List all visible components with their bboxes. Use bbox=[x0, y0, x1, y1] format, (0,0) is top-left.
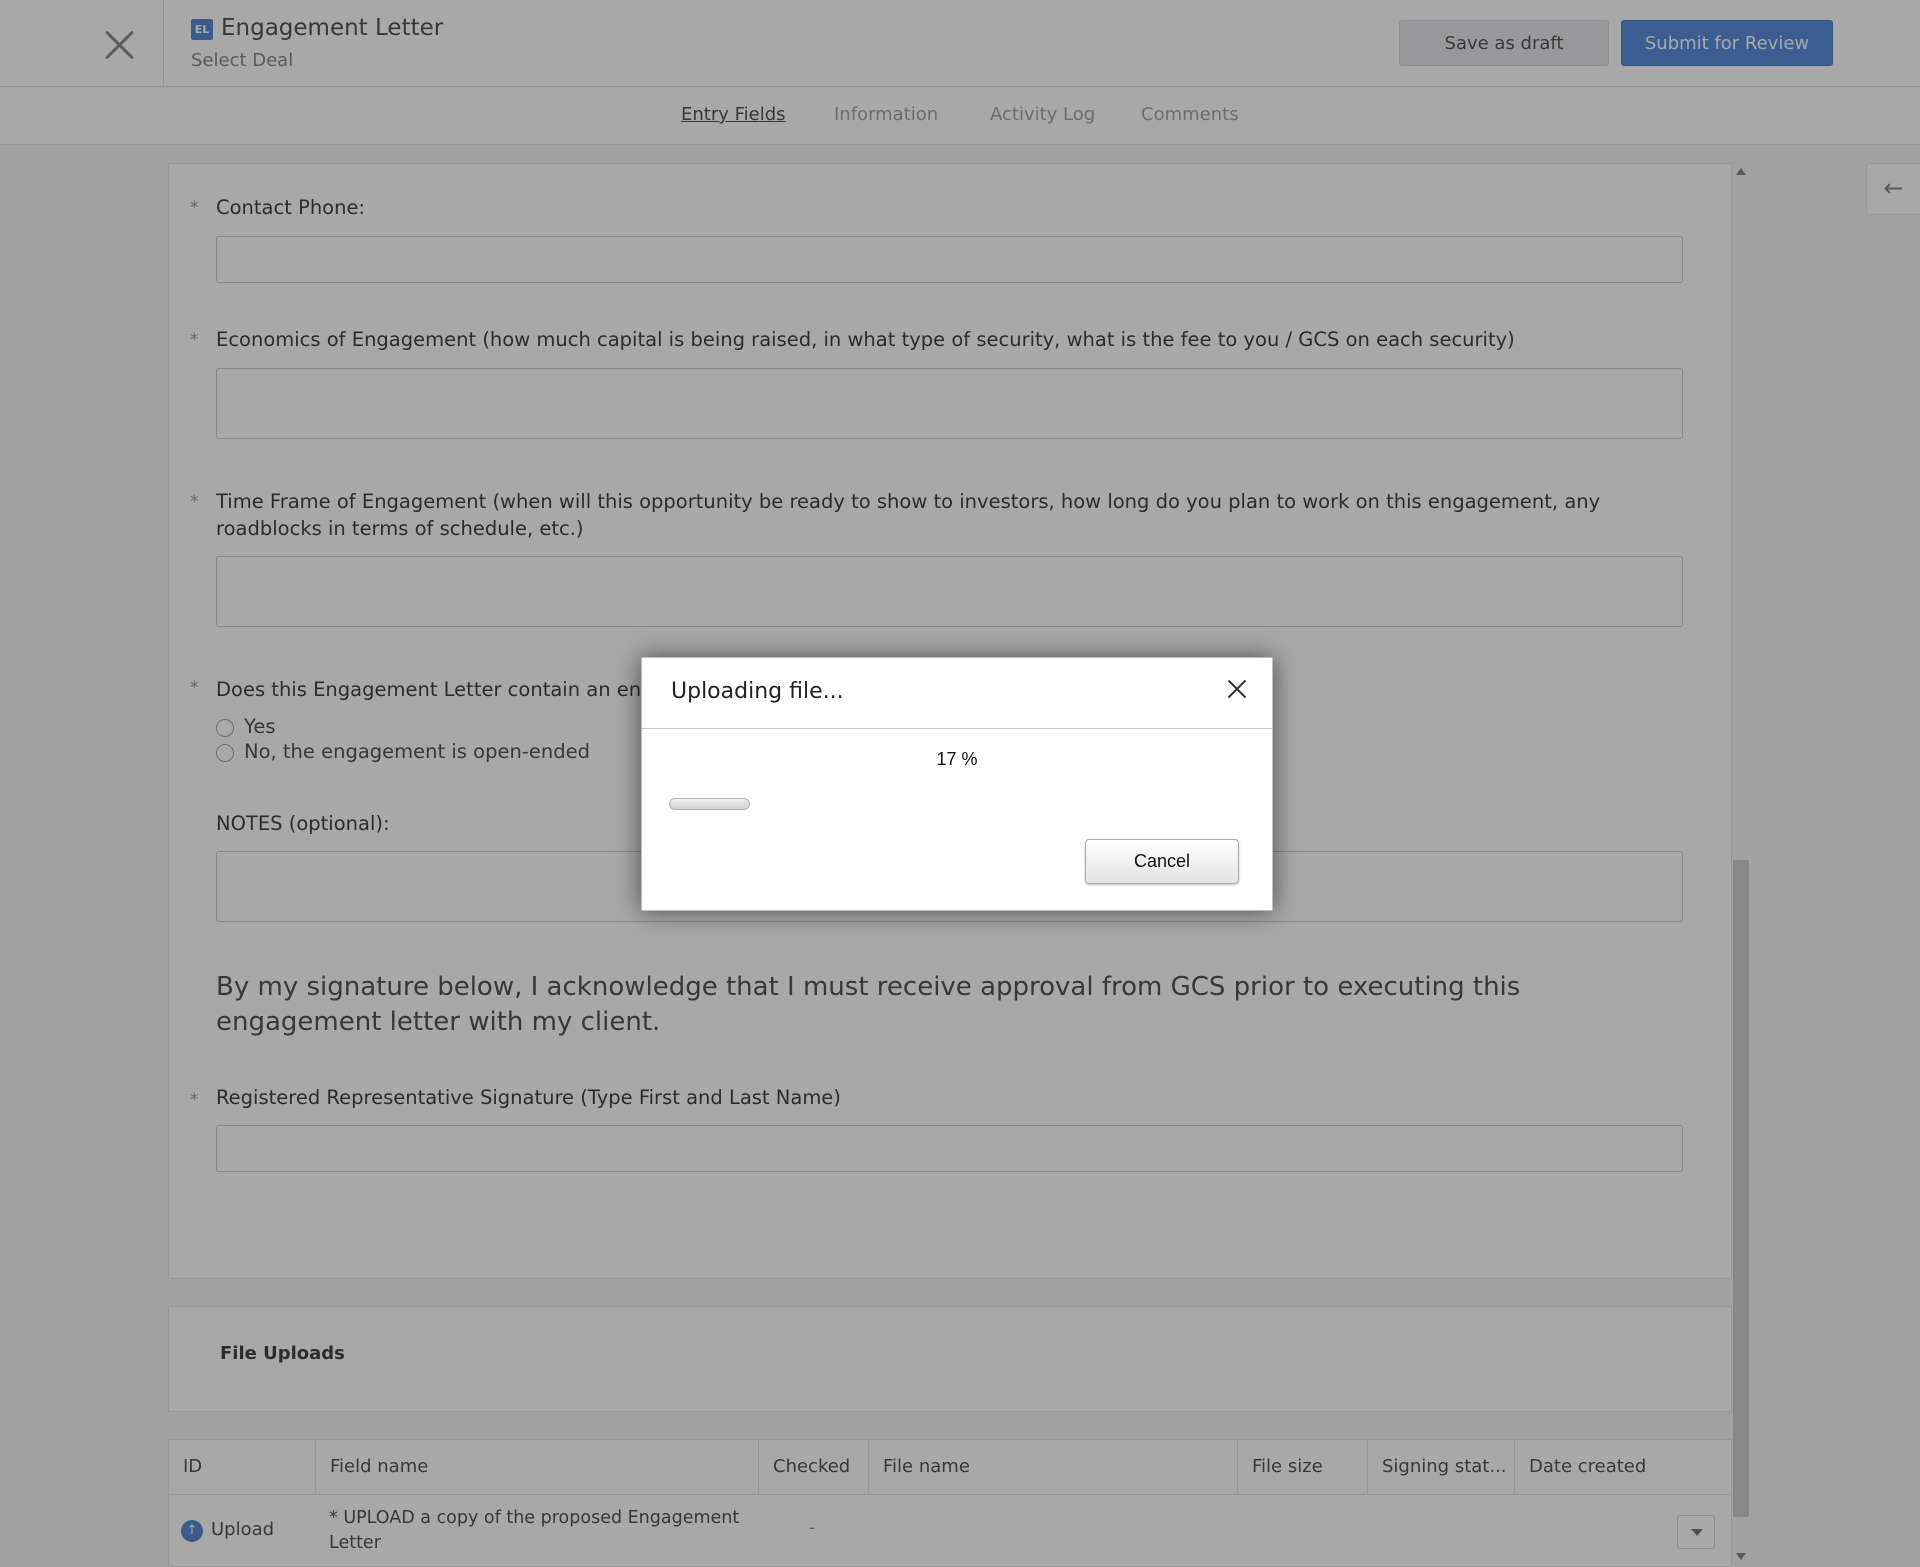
upload-percent-text: 17 % bbox=[936, 749, 978, 769]
close-icon[interactable] bbox=[1223, 675, 1251, 703]
dialog-title: Uploading file... bbox=[671, 679, 844, 704]
upload-progress-fill bbox=[669, 798, 750, 810]
cancel-upload-button[interactable]: Cancel bbox=[1085, 839, 1239, 884]
dialog-divider bbox=[642, 728, 1272, 729]
upload-progress-dialog: Uploading file... 17 % Cancel bbox=[641, 657, 1273, 911]
upload-progress-bar bbox=[669, 798, 1245, 810]
